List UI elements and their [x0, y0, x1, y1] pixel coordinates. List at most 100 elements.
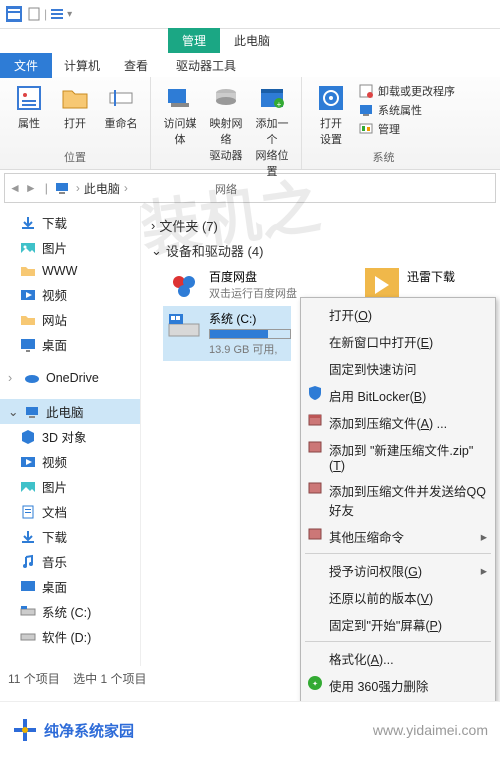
ribbon-open-button[interactable]: 打开 [52, 81, 98, 133]
sidebar-item-downloads[interactable]: 下载 [0, 210, 140, 235]
ctx-format[interactable]: 格式化(A)... [301, 645, 495, 672]
sidebar-item-this-pc[interactable]: ⌄此电脑 [0, 399, 140, 424]
menu-view[interactable]: 查看 [112, 53, 160, 78]
pc-icon [24, 404, 40, 420]
ribbon-map-drive-button[interactable]: 映射网络 驱动器 [203, 81, 249, 181]
qat-props-icon[interactable] [49, 6, 65, 22]
uninstall-icon [358, 83, 374, 99]
ribbon-group-location: 属性 打开 重命名 位置 [0, 77, 151, 169]
sidebar-item-pictures2[interactable]: 图片 [0, 474, 140, 499]
archive-icon [307, 526, 323, 542]
sidebar-item-music[interactable]: 音乐 [0, 549, 140, 574]
menu-driver-tools[interactable]: 驱动器工具 [164, 53, 248, 78]
group-network-label: 网络 [215, 181, 237, 197]
sidebar-item-website[interactable]: 网站 [0, 307, 140, 332]
qat-file-icon[interactable] [26, 6, 42, 22]
ctx-pin-quick[interactable]: 固定到快速访问 [301, 355, 495, 382]
properties-label: 属性 [18, 115, 40, 131]
group-system-label: 系统 [373, 149, 395, 165]
music-icon [20, 554, 36, 570]
ribbon-uninstall-button[interactable]: 卸载或更改程序 [358, 83, 455, 99]
sidebar-item-downloads2[interactable]: 下载 [0, 524, 140, 549]
ctx-pin-start[interactable]: 固定到"开始"屏幕(P) [301, 611, 495, 638]
ctx-other-zip[interactable]: 其他压缩命令 [301, 523, 495, 550]
ctx-bitlocker[interactable]: 启用 BitLocker(B) [301, 382, 495, 409]
ctx-separator [305, 641, 491, 642]
forward-icon[interactable]: ► [25, 181, 37, 195]
footer-url: www.yidaimei.com [373, 722, 488, 738]
media-icon [165, 83, 195, 113]
open-folder-icon [60, 83, 90, 113]
folders-header[interactable]: ›文件夹 (7) [151, 216, 496, 235]
sidebar-item-desktop[interactable]: 桌面 [0, 332, 140, 357]
map-drive-icon [211, 83, 241, 113]
qat-dropdown-icon[interactable]: ▾ [67, 9, 72, 20]
ctx-360-delete[interactable]: ✦使用 360强力删除 [301, 672, 495, 699]
ribbon: 属性 打开 重命名 位置 访问媒体 映射网络 驱动器 + [0, 77, 500, 170]
drives-header[interactable]: ⌄设备和驱动器 (4) [151, 241, 496, 260]
ctx-open[interactable]: 打开(O) [301, 301, 495, 328]
pc-icon [54, 180, 70, 196]
ribbon-open-settings-button[interactable]: 打开 设置 [308, 81, 354, 149]
sidebar-item-documents[interactable]: 文档 [0, 499, 140, 524]
sidebar-item-pictures[interactable]: 图片 [0, 235, 140, 260]
archive-icon [307, 480, 323, 496]
desktop-icon [20, 337, 36, 353]
sidebar-item-drive-d[interactable]: 软件 (D:) [0, 624, 140, 649]
qat-sep: | [44, 7, 47, 21]
tab-this-pc[interactable]: 此电脑 [220, 28, 284, 53]
ctx-open-new-window[interactable]: 在新窗口中打开(E) [301, 328, 495, 355]
sidebar-item-video[interactable]: 视频 [0, 282, 140, 307]
sidebar-item-www[interactable]: WWW [0, 260, 140, 282]
drive-item-baidu[interactable]: 百度网盘双击运行百度网盘 [163, 264, 301, 306]
menu-file[interactable]: 文件 [0, 53, 52, 78]
manage-icon [358, 121, 374, 137]
ribbon-rename-button[interactable]: 重命名 [98, 81, 144, 133]
ctx-separator [305, 553, 491, 554]
window-icon [6, 6, 22, 22]
ribbon-media-button[interactable]: 访问媒体 [157, 81, 203, 181]
sidebar-item-onedrive[interactable]: ›OneDrive [0, 367, 140, 389]
footer-brand: 纯净系统家园 [12, 717, 134, 743]
rename-label: 重命名 [105, 115, 138, 131]
ctx-add-archive[interactable]: 添加到压缩文件(A) ... [301, 409, 495, 436]
crumb-this-pc[interactable]: 此电脑 [84, 180, 120, 197]
ribbon-manage-button[interactable]: 管理 [358, 121, 455, 137]
archive-icon [307, 439, 323, 455]
back-icon[interactable]: ◄ [9, 181, 21, 195]
add-location-icon: + [257, 83, 287, 113]
ribbon-group-system: 打开 设置 卸载或更改程序 系统属性 管理 系统 [302, 77, 465, 169]
page-footer: 纯净系统家园 www.yidaimei.com [0, 701, 500, 758]
brand-icon [12, 717, 38, 743]
folder-icon [20, 312, 36, 328]
status-bar: 11 个项目 选中 1 个项目 [0, 666, 256, 698]
drive-item-system-c[interactable]: 系统 (C:) 13.9 GB 可用, [163, 306, 291, 361]
ctx-restore[interactable]: 还原以前的版本(V) [301, 584, 495, 611]
ribbon-sys-props-button[interactable]: 系统属性 [358, 102, 455, 118]
drive-icon [167, 310, 201, 344]
status-item-count: 11 个项目 [8, 672, 60, 686]
ctx-add-zip[interactable]: 添加到 "新建压缩文件.zip"(T) [301, 436, 495, 477]
folder-icon [20, 263, 36, 279]
context-tab-strip: 管理 此电脑 [0, 29, 500, 53]
menu-computer[interactable]: 计算机 [52, 53, 112, 78]
sidebar-item-desktop2[interactable]: 桌面 [0, 574, 140, 599]
tab-manage[interactable]: 管理 [168, 28, 220, 53]
archive-icon [307, 412, 323, 428]
docs-icon [20, 504, 36, 520]
ctx-send-qq[interactable]: 添加到压缩文件并发送给QQ好友 [301, 477, 495, 523]
add-location-label: 添加一个 网络位置 [251, 115, 293, 179]
drive-usage-bar [209, 329, 291, 339]
sidebar-item-3d[interactable]: 3D 对象 [0, 424, 140, 449]
sidebar-item-videos2[interactable]: 视频 [0, 449, 140, 474]
ribbon-properties-button[interactable]: 属性 [6, 81, 52, 133]
ribbon-add-location-button[interactable]: + 添加一个 网络位置 [249, 81, 295, 181]
pictures-icon [20, 479, 36, 495]
ctx-grant-access[interactable]: 授予访问权限(G) [301, 557, 495, 584]
sidebar-item-drive-c[interactable]: 系统 (C:) [0, 599, 140, 624]
chevron-right-icon: › [151, 218, 155, 233]
navigation-pane[interactable]: 下载 图片 WWW 视频 网站 桌面 ›OneDrive ⌄此电脑 3D 对象 … [0, 206, 141, 686]
context-menu: 打开(O) 在新窗口中打开(E) 固定到快速访问 启用 BitLocker(B)… [300, 297, 496, 758]
status-selected-count: 选中 1 个项目 [73, 672, 146, 686]
video-icon [20, 287, 36, 303]
